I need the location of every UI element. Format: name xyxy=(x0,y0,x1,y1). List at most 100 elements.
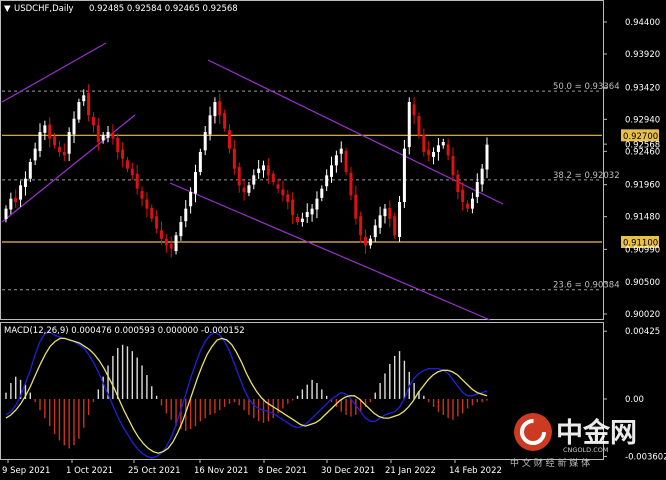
candle-body xyxy=(232,148,236,169)
candle-body xyxy=(223,112,227,129)
candle-body xyxy=(14,197,18,202)
candle-body xyxy=(475,182,479,198)
price-tick-label: 0.90990 xyxy=(625,245,660,255)
candle-body xyxy=(130,168,134,176)
cngold-logo-icon xyxy=(514,413,552,451)
candle-body xyxy=(266,165,270,176)
candle-body xyxy=(140,191,144,199)
price-tick-label: 0.92460 xyxy=(625,147,660,157)
candle-body xyxy=(227,130,231,149)
candle-body xyxy=(305,212,309,218)
candle-body xyxy=(461,189,465,202)
dropdown-arrow-icon[interactable]: ▼ xyxy=(4,4,11,14)
candle-body xyxy=(159,230,163,239)
candle-body xyxy=(189,192,193,207)
candle-body xyxy=(354,194,358,219)
main-panel-frame xyxy=(0,0,604,320)
candle-body xyxy=(281,189,285,196)
candle-body xyxy=(470,198,474,209)
macd-tick-label: 0.00425 xyxy=(625,327,660,337)
candle-body xyxy=(422,134,426,152)
candle-body xyxy=(57,146,61,152)
candle-body xyxy=(383,208,387,217)
candle-body xyxy=(82,95,86,102)
candle-body xyxy=(451,156,455,176)
candle-body xyxy=(53,136,57,146)
candle-body xyxy=(198,152,202,172)
macd-tick-label: 0.00 xyxy=(625,395,644,405)
candle-body xyxy=(485,144,489,170)
candle-body xyxy=(378,215,382,228)
time-tick-label: 1 Oct 2021 xyxy=(66,466,113,476)
time-tick-label: 8 Dec 2021 xyxy=(258,466,307,476)
candle-body xyxy=(164,238,168,246)
candle-body xyxy=(393,216,397,236)
candle-body xyxy=(402,148,406,202)
candle-body xyxy=(91,116,95,126)
time-tick-label: 16 Nov 2021 xyxy=(194,466,248,476)
candle-body xyxy=(125,160,129,169)
candle-body xyxy=(407,102,411,148)
candle-body xyxy=(121,149,125,159)
symbol-label: USDCHF,Daily xyxy=(14,4,74,14)
time-tick-label: 30 Dec 2021 xyxy=(321,466,375,476)
candle-body xyxy=(271,173,275,182)
price-tick-label: 0.93920 xyxy=(625,50,660,60)
candle-body xyxy=(466,203,470,209)
candle-body xyxy=(325,175,329,187)
candle-body xyxy=(417,116,421,136)
candle-body xyxy=(286,194,290,202)
chart-canvas[interactable]: 50.0 = 0.93364 38.2 = 0.92032 23.6 = 0.903… xyxy=(0,0,666,480)
price-tick-label: 0.94400 xyxy=(625,18,660,28)
macd-main-line xyxy=(5,331,488,459)
candle-body xyxy=(334,155,338,166)
candle-body xyxy=(388,207,392,219)
price-tick-label: 0.93420 xyxy=(625,83,660,93)
brand-domain: CNGOLD.COM xyxy=(563,446,609,454)
candle-body xyxy=(247,185,251,193)
candle-body xyxy=(436,145,440,152)
candle-body xyxy=(257,168,261,173)
fibonacci-levels: 50.0 = 0.93364 38.2 = 0.92032 23.6 = 0.903… xyxy=(2,82,620,291)
horizontal-levels[interactable]: 0.927000.911000.92568 xyxy=(2,129,660,249)
candle-body xyxy=(237,167,241,186)
price-tick-label: 0.92940 xyxy=(625,115,660,125)
ohlc-values: 0.92485 0.92584 0.92465 0.92568 xyxy=(89,4,238,14)
candle-body xyxy=(262,165,266,171)
candle-body xyxy=(101,135,105,141)
candle-body xyxy=(87,92,91,116)
candle-body xyxy=(242,187,246,192)
candle-body xyxy=(77,102,81,120)
watermark: 中金网 CNGOLD.COM 中 文 财 经 新 媒 体 xyxy=(510,413,637,469)
candle-body xyxy=(38,132,42,152)
price-tick-label: 0.91960 xyxy=(625,181,660,191)
candlesticks xyxy=(4,84,489,258)
candle-body xyxy=(359,216,363,236)
candle-body xyxy=(480,168,484,185)
candle-body xyxy=(427,149,431,156)
candle-body xyxy=(368,238,372,246)
candle-body xyxy=(310,208,314,215)
candle-body xyxy=(169,243,173,249)
candle-body xyxy=(150,207,154,219)
candle-body xyxy=(208,115,212,135)
candle-body xyxy=(441,142,445,146)
candle-body xyxy=(315,198,319,210)
price-tick-label: 0.91480 xyxy=(625,213,660,223)
candle-body xyxy=(184,208,188,222)
candle-body xyxy=(339,148,343,154)
fibonacci-label: 38.2 = 0.92032 xyxy=(553,171,620,181)
candle-body xyxy=(28,162,32,179)
candle-body xyxy=(4,208,8,220)
brand-chinese: 中金网 xyxy=(556,417,637,449)
candle-body xyxy=(276,184,280,189)
candle-body xyxy=(43,125,47,133)
candle-body xyxy=(48,124,52,139)
price-tick-label: 0.90500 xyxy=(625,278,660,288)
candle-body xyxy=(218,101,222,116)
candle-body xyxy=(412,104,416,116)
fibonacci-label: 23.6 = 0.90384 xyxy=(553,281,620,291)
candle-body xyxy=(398,202,402,237)
time-tick-label: 14 Feb 2022 xyxy=(449,466,502,476)
candle-body xyxy=(203,132,207,151)
